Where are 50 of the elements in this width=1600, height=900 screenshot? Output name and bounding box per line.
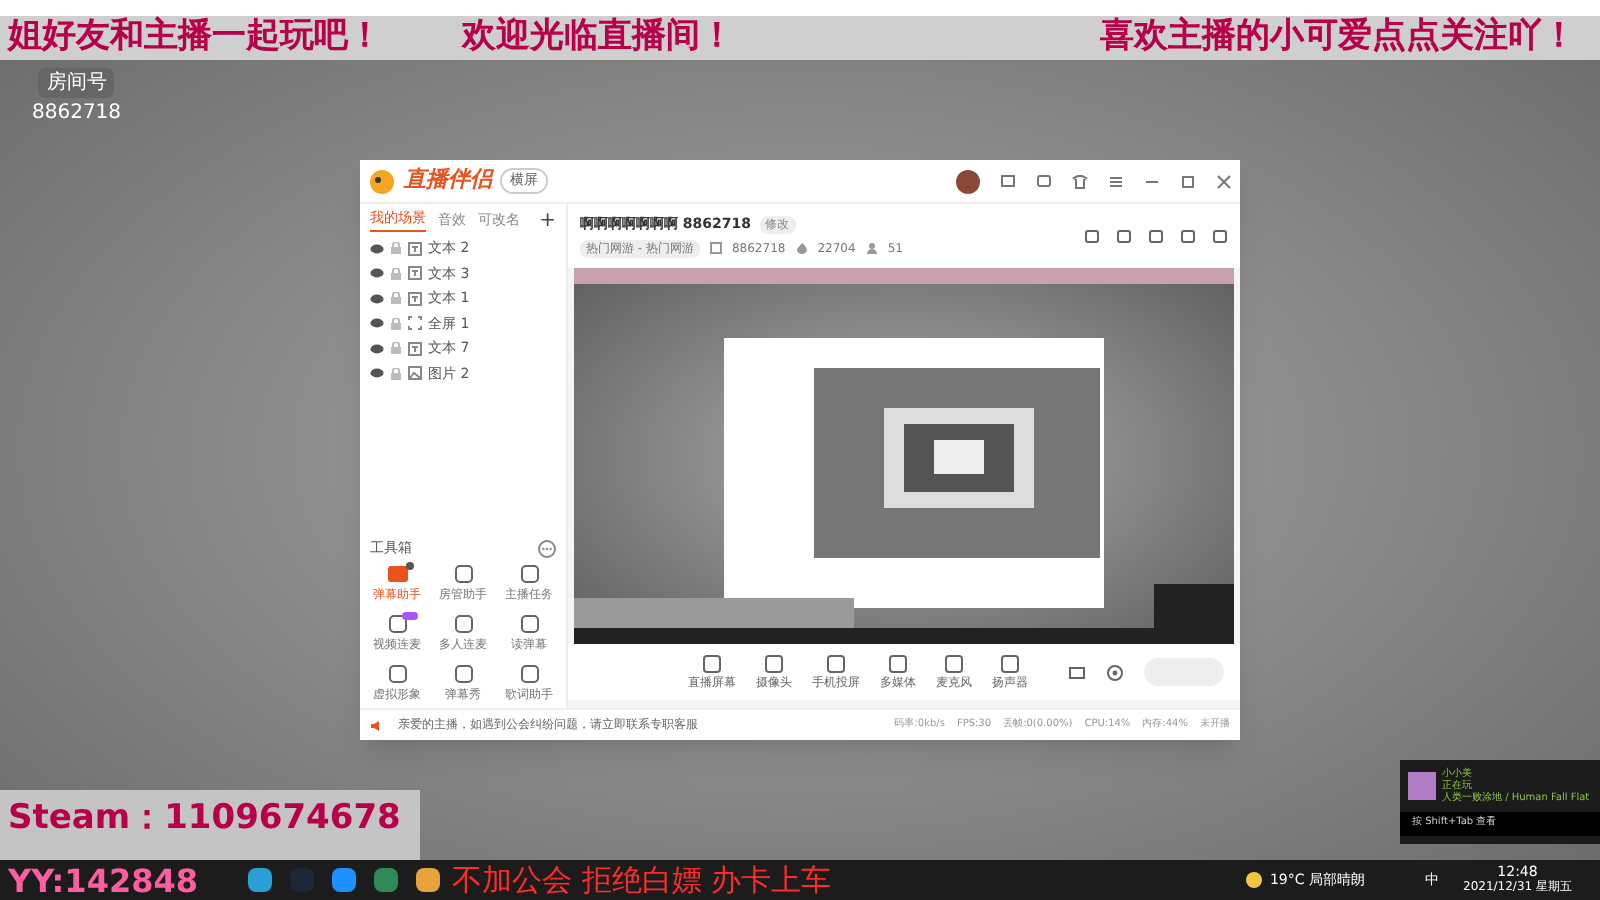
yy-id-text: YY:142848 (8, 860, 198, 900)
source-icon (1000, 653, 1020, 673)
room-label: 房间号 (38, 68, 115, 98)
banner-text: 姐好友和主播一起玩吧！ (8, 14, 382, 61)
menu-icon[interactable] (1108, 173, 1124, 189)
tool-icon (517, 612, 541, 636)
steam-id-text: Steam：1109674678 (8, 796, 401, 842)
source-icon (702, 653, 722, 673)
image-icon (408, 366, 422, 381)
tool-icon (385, 562, 409, 586)
slogan-text: 不加公会 拒绝白嫖 办卡上车 (452, 859, 832, 900)
source-icon (944, 653, 964, 673)
banner-text: 欢迎光临直播间！ (462, 14, 734, 61)
source-icon (826, 653, 846, 673)
room-number: 8862718 (32, 100, 122, 128)
add-scene-button[interactable]: + (539, 205, 556, 235)
text-icon (408, 241, 422, 256)
maximize-icon[interactable] (1180, 173, 1196, 189)
tool-icon (517, 662, 541, 686)
record-icon (1068, 663, 1086, 681)
banner-text: 喜欢主播的小可爱点点关注吖！ (1100, 14, 1576, 61)
source-icon (764, 653, 784, 673)
taskbar-app-icon[interactable] (374, 868, 398, 892)
taskbar-app-icon[interactable] (416, 868, 440, 892)
tool-icon (385, 612, 409, 636)
text-icon (408, 266, 422, 281)
close-icon[interactable] (1216, 173, 1232, 189)
text-icon (408, 341, 422, 356)
speaker-icon (370, 719, 382, 731)
new-badge (402, 612, 418, 620)
game-avatar (1408, 772, 1436, 800)
tool-icon (385, 662, 409, 686)
monitor-icon[interactable] (1000, 173, 1016, 189)
mascot-icon (368, 167, 396, 195)
people-icon (865, 242, 878, 255)
taskbar-app-icon[interactable] (332, 868, 356, 892)
tool-icon (517, 562, 541, 586)
taskbar-app-icon[interactable] (248, 868, 272, 892)
avatar (956, 169, 980, 193)
tool-icon (451, 562, 475, 586)
text-icon (408, 291, 422, 306)
more-icon (538, 539, 556, 557)
shirt-icon[interactable] (1072, 173, 1088, 189)
tool-icon (451, 662, 475, 686)
screen-icon (408, 316, 422, 331)
app-logo: 直播伴侣 (404, 164, 492, 197)
tool-icon (451, 612, 475, 636)
source-icon (888, 653, 908, 673)
weather-icon (1243, 870, 1264, 890)
settings-icon (1106, 663, 1124, 681)
